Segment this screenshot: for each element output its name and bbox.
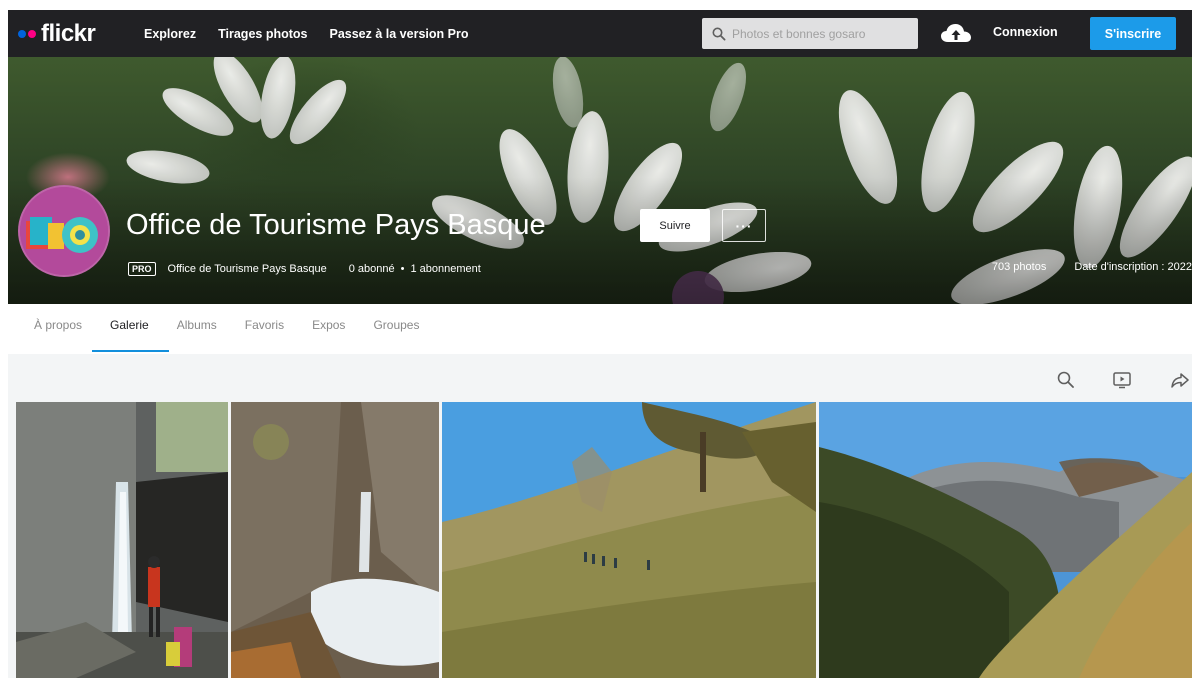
tab-albums[interactable]: Albums [177,304,217,354]
photo-mountain-valley-autumn [819,402,1192,678]
search-icon[interactable] [1056,370,1076,390]
photo-hillside-hikers-tree [442,402,816,678]
cover-photo: Office de Tourisme Pays Basque Suivre ··… [8,57,1192,304]
logo-blue-dot [18,29,26,38]
tab-galleries[interactable]: Expos [312,304,345,354]
more-options-button[interactable]: ··· [722,209,766,242]
tab-about[interactable]: À propos [34,304,82,354]
photo-count: 703 photos [991,261,1047,273]
profile-username: Office de Tourisme Pays Basque [167,263,327,275]
search-box[interactable] [702,18,918,49]
avatar-logo-icon [20,187,108,275]
pro-badge: PRO [128,262,156,276]
tab-groups[interactable]: Groupes [373,304,419,354]
gallery-photo[interactable] [16,402,228,678]
followers-count[interactable]: 0 abonné [349,263,395,275]
login-link[interactable]: Connexion [993,25,1058,39]
signup-button[interactable]: S'inscrire [1090,17,1176,50]
search-input[interactable] [732,26,912,41]
profile-tabs: À propos Galerie Albums Favoris Expos Gr… [8,304,1192,354]
search-icon [712,27,726,41]
follow-button[interactable]: Suivre [640,209,710,242]
profile-stats: 703 photos Date d'inscription : 2022 [964,261,1192,273]
meta-separator-dot: • [400,263,405,275]
upload-cloud-icon[interactable] [940,22,972,44]
share-icon[interactable] [1170,370,1190,390]
following-count[interactable]: 1 abonnement [410,263,480,275]
photo-waterfall-rocky-gorge [231,402,439,678]
nav-upgrade-pro[interactable]: Passez à la version Pro [329,27,468,41]
profile-avatar[interactable] [18,185,110,277]
gallery-photo[interactable] [819,402,1192,678]
tab-gallery[interactable]: Galerie [92,304,169,354]
nav-explore[interactable]: Explorez [144,27,196,41]
gallery-photo[interactable] [231,402,439,678]
profile-name: Office de Tourisme Pays Basque [126,209,546,241]
logo-text: flickr [41,19,96,47]
slideshow-icon[interactable] [1112,370,1132,390]
gallery-photo[interactable] [442,402,816,678]
profile-meta: PRO Office de Tourisme Pays Basque 0 abo… [128,261,481,277]
photo-waterfall-gorge-hiker [16,402,228,678]
flickr-logo[interactable]: flickr [18,20,130,48]
nav-prints[interactable]: Tirages photos [218,27,307,41]
logo-pink-dot [28,29,36,38]
tab-favorites[interactable]: Favoris [245,304,284,354]
join-date: Date d'inscription : 2022 [1074,261,1192,273]
top-navigation-bar: flickr Explorez Tirages photos Passez à … [8,10,1192,57]
